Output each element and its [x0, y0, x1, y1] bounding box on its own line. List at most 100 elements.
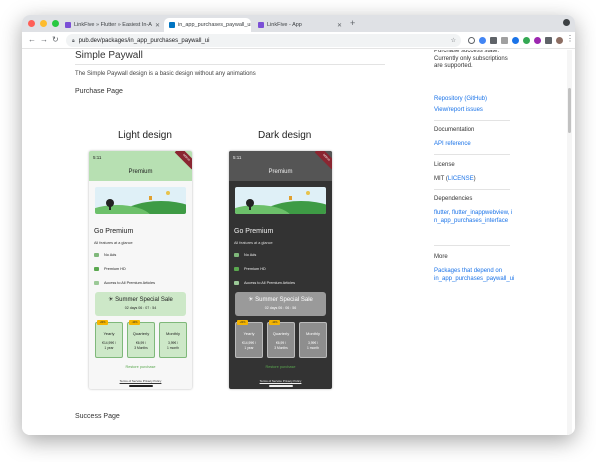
articles-icon	[94, 281, 99, 285]
new-tab-button[interactable]: +	[350, 18, 355, 28]
plan-name: Monthly	[305, 331, 320, 336]
sale-card: ☀︎ Summer Special Sale 02 days 06 : 07 :…	[95, 292, 186, 316]
plan-monthly[interactable]: Monthly 3,99€ /1 month	[159, 322, 187, 358]
bookmark-star-icon[interactable]: ☆	[451, 37, 456, 44]
home-indicator	[129, 385, 153, 387]
tab-search-icon[interactable]	[563, 19, 570, 26]
license-suffix: )	[473, 176, 476, 182]
no-ads-icon	[234, 253, 239, 257]
tab-title: in_app_purchases_paywall_ui	[178, 22, 251, 28]
status-time: 5:11	[93, 155, 102, 160]
purchase-state-note: Purchase success state. Currently only s…	[434, 50, 508, 69]
extension-green-icon[interactable]	[523, 37, 530, 44]
plan-name: Quarterly	[272, 331, 290, 336]
feature-item: Premium HD	[234, 267, 266, 271]
issues-link[interactable]: View/report issues	[434, 107, 514, 115]
extension-filter-icon[interactable]	[501, 37, 508, 44]
restore-purchase-link[interactable]: Restore purchase	[89, 365, 192, 369]
feature-item: No Ads	[94, 253, 116, 257]
browser-menu-icon[interactable]: ⋮	[566, 34, 574, 44]
plan-quarterly[interactable]: -10% Quarterly €6,99 /3 Months	[127, 320, 155, 358]
plan-period: 3 Months	[274, 345, 288, 350]
maximize-window-button[interactable]	[52, 20, 59, 27]
api-reference-link[interactable]: API reference	[434, 141, 514, 149]
dependencies-heading: Dependencies	[434, 196, 473, 202]
articles-icon	[234, 281, 239, 285]
back-arrow-icon[interactable]: ←	[28, 35, 36, 45]
light-design-label: Light design	[118, 130, 172, 141]
close-tab-icon[interactable]: ✕	[337, 22, 342, 29]
tab-linkfive[interactable]: LinkFive » Flutter » Easiest In-A ✕	[60, 18, 163, 32]
forward-arrow-icon[interactable]: →	[40, 35, 48, 45]
plan-yearly[interactable]: -20% Yearly €14,99€ /1 year	[95, 320, 123, 358]
home-indicator	[269, 385, 293, 387]
sale-title: ☀︎ Summer Special Sale	[248, 297, 313, 303]
more-heading: More	[434, 254, 448, 260]
tab-bar: LinkFive » Flutter » Easiest In-A ✕ in_a…	[22, 15, 575, 32]
plan-quarterly[interactable]: -10% Quarterly €6,99 /3 Months	[267, 320, 295, 358]
app-bar-title: Premium	[229, 165, 332, 181]
restore-purchase-link[interactable]: Restore purchase	[229, 365, 332, 369]
close-window-button[interactable]	[28, 20, 35, 27]
scrollbar-thumb[interactable]	[568, 88, 571, 133]
light-phone-screenshot: 5:11 Premium DEBUG Go Premium All featur…	[89, 151, 192, 389]
extension-info-icon[interactable]	[468, 37, 475, 44]
feature-item: Access to All Premium Articles	[94, 281, 155, 285]
address-bar[interactable]: 🔒︎ pub.dev/packages/in_app_purchases_pay…	[66, 34, 461, 47]
plan-name: Quarterly	[132, 331, 150, 336]
terms-links[interactable]: Terms of Service Privacy Policy	[229, 379, 332, 383]
feature-label: Access to All Premium Articles	[104, 281, 156, 285]
tab-paywall-ui[interactable]: in_app_purchases_paywall_ui ✕	[164, 18, 251, 32]
feature-item: Premium HD	[94, 267, 126, 271]
extension-purple-icon[interactable]	[534, 37, 541, 44]
success-page-heading: Success Page	[75, 413, 120, 420]
extension-tag-icon[interactable]	[490, 37, 497, 44]
license-link[interactable]: LICENSE	[448, 176, 474, 182]
plan-name: Yearly	[103, 331, 115, 336]
plan-period: 1 month	[307, 345, 319, 350]
hd-icon	[234, 267, 239, 271]
linkfive-favicon-icon	[258, 22, 264, 28]
extensions-puzzle-icon[interactable]	[545, 37, 552, 44]
dark-design-label: Dark design	[258, 130, 312, 141]
reload-icon[interactable]: ↻	[52, 35, 59, 45]
lock-icon: 🔒︎	[72, 37, 75, 44]
discount-tag: -20%	[237, 320, 248, 325]
plan-yearly[interactable]: -20% Yearly €14,99€ /1 year	[235, 320, 263, 358]
tab-title: LinkFive » Flutter » Easiest In-A	[74, 22, 152, 28]
go-premium-heading: Go Premium	[94, 228, 134, 235]
section-description: The Simple Paywall design is a basic des…	[75, 71, 256, 77]
profile-avatar[interactable]	[556, 37, 563, 44]
minimize-window-button[interactable]	[40, 20, 47, 27]
tab-linkfive-app[interactable]: LinkFive - App ✕	[253, 18, 347, 32]
go-premium-heading: Go Premium	[234, 228, 274, 235]
sale-countdown: 02 days 06 : 07 : 54	[124, 306, 157, 310]
extension-circle-icon[interactable]	[512, 37, 519, 44]
feature-label: Access to All Premium Articles	[244, 281, 296, 285]
plan-monthly[interactable]: Monthly 3,99€ /1 month	[299, 322, 327, 358]
close-tab-icon[interactable]: ✕	[155, 22, 160, 29]
extension-translate-icon[interactable]	[479, 37, 486, 44]
plan-period: 1 year	[104, 345, 114, 350]
feature-label: No Ads	[244, 253, 257, 257]
feature-item: Access to All Premium Articles	[234, 281, 295, 285]
plan-name: Yearly	[243, 331, 255, 336]
window-controls	[28, 20, 59, 27]
dependent-packages-link[interactable]: Packages that depend on in_app_purchases…	[434, 268, 514, 283]
linkfive-favicon-icon	[65, 22, 71, 28]
repository-link[interactable]: Repository (GitHub)	[434, 96, 514, 104]
divider	[75, 64, 385, 65]
discount-tag: -10%	[269, 320, 280, 325]
feature-label: Premium HD	[104, 267, 126, 271]
plan-period: 1 month	[167, 345, 179, 350]
dependencies-links[interactable]: flutter, flutter_inappwebview, in_app_pu…	[434, 210, 514, 225]
status-time: 5:11	[233, 155, 242, 160]
license-value: MIT (LICENSE)	[434, 176, 514, 184]
app-bar-title: Premium	[89, 165, 192, 181]
sale-countdown: 02 days 06 : 06 : 56	[264, 306, 297, 310]
divider	[434, 154, 510, 155]
features-subtitle: All features at a glance	[234, 241, 273, 245]
terms-links[interactable]: Terms of Service Privacy Policy	[89, 379, 192, 383]
hd-icon	[94, 267, 99, 271]
divider	[434, 120, 510, 121]
